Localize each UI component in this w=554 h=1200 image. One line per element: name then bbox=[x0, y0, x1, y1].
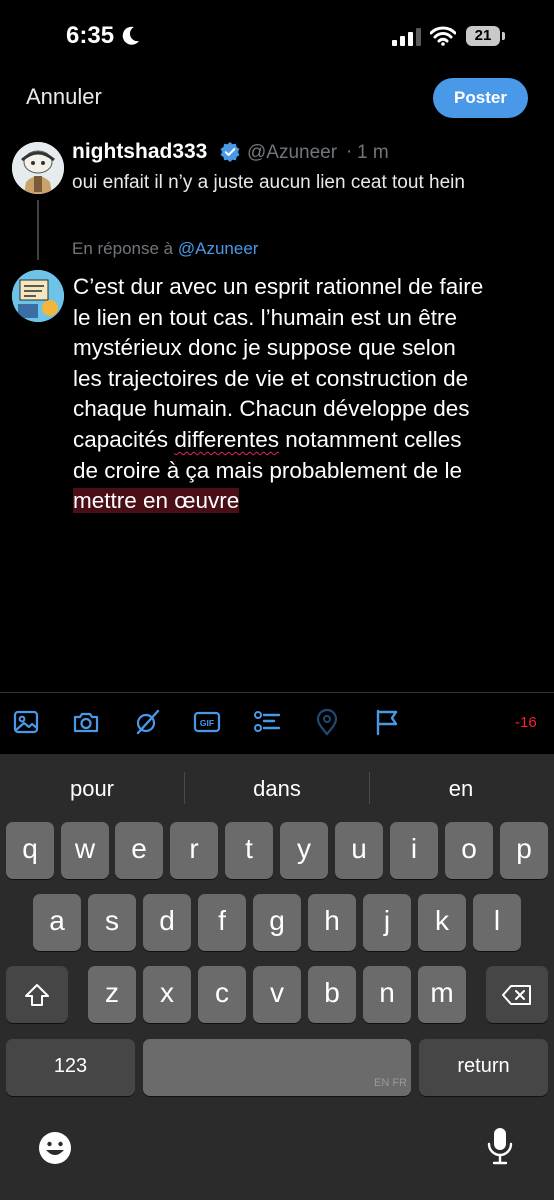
misspelled-word[interactable]: differentes bbox=[174, 427, 279, 452]
return-key[interactable]: return bbox=[419, 1039, 548, 1096]
key-c[interactable]: c bbox=[198, 966, 246, 1023]
key-n[interactable]: n bbox=[363, 966, 411, 1023]
wifi-icon bbox=[430, 26, 456, 46]
key-t[interactable]: t bbox=[225, 822, 273, 879]
avatar-illustration bbox=[12, 142, 64, 194]
avatar-illustration bbox=[12, 270, 64, 322]
key-q[interactable]: q bbox=[6, 822, 54, 879]
key-p[interactable]: p bbox=[500, 822, 548, 879]
key-u[interactable]: u bbox=[335, 822, 383, 879]
character-counter: -16 bbox=[515, 714, 537, 731]
compose-text-fragment: capacités bbox=[73, 426, 175, 452]
key-d[interactable]: d bbox=[143, 894, 191, 951]
key-s[interactable]: s bbox=[88, 894, 136, 951]
backspace-key[interactable] bbox=[486, 966, 548, 1023]
key-i[interactable]: i bbox=[390, 822, 438, 879]
compose-line: de croire à ça mais probablement de le bbox=[73, 457, 462, 483]
signal-icon bbox=[392, 28, 421, 46]
battery-indicator: 21 bbox=[466, 26, 500, 46]
key-w[interactable]: w bbox=[61, 822, 109, 879]
compose-line: mystérieux donc je suppose que selon bbox=[73, 335, 456, 361]
compose-text-fragment: notamment celles bbox=[278, 426, 462, 452]
suggestion-separator bbox=[369, 772, 370, 804]
compose-line: chaque humain. Chacun développe des bbox=[73, 396, 470, 422]
suggestion[interactable]: en bbox=[376, 776, 546, 802]
status-time: 6:35 bbox=[66, 22, 115, 49]
gif-icon[interactable]: GIF bbox=[192, 707, 222, 737]
verified-badge-icon bbox=[220, 142, 240, 162]
microphone-icon[interactable] bbox=[487, 1126, 513, 1166]
key-a[interactable]: a bbox=[33, 894, 81, 951]
compose-line: le lien en tout cas. l’humain est un êtr… bbox=[73, 304, 457, 330]
parent-handle[interactable]: @Azuneer bbox=[247, 142, 337, 164]
parent-avatar[interactable] bbox=[12, 142, 64, 194]
key-f[interactable]: f bbox=[198, 894, 246, 951]
parent-display-name[interactable]: nightshad333 bbox=[72, 140, 207, 164]
key-r[interactable]: r bbox=[170, 822, 218, 879]
backspace-icon bbox=[502, 985, 531, 1005]
emoji-icon[interactable] bbox=[37, 1130, 73, 1166]
poll-icon[interactable] bbox=[252, 707, 282, 737]
image-icon[interactable] bbox=[11, 707, 41, 737]
flag-icon[interactable] bbox=[372, 707, 402, 737]
key-o[interactable]: o bbox=[445, 822, 493, 879]
key-v[interactable]: v bbox=[253, 966, 301, 1023]
language-indicator: EN FR bbox=[374, 1077, 407, 1089]
replying-to-handle[interactable]: @Azuneer bbox=[178, 239, 259, 258]
numbers-key[interactable]: 123 bbox=[6, 1039, 135, 1096]
compose-text-area[interactable]: C’est dur avec un esprit rationnel de fa… bbox=[73, 272, 543, 517]
meta-separator: · bbox=[346, 141, 353, 162]
key-l[interactable]: l bbox=[473, 894, 521, 951]
user-avatar[interactable] bbox=[12, 270, 64, 322]
compose-line: C’est dur avec un esprit rationnel de fa… bbox=[73, 274, 484, 299]
compose-line: mettre en œuvre bbox=[73, 486, 543, 517]
grok-icon[interactable] bbox=[132, 707, 162, 737]
replying-to-prefix: En réponse à bbox=[72, 239, 174, 258]
key-m[interactable]: m bbox=[418, 966, 466, 1023]
over-limit-text: mettre en œuvre bbox=[73, 488, 240, 514]
parent-tweet-text: oui enfait il n’y a juste aucun lien cea… bbox=[72, 172, 465, 193]
compose-line: les trajectoires de vie et construction … bbox=[73, 365, 469, 391]
battery-level: 21 bbox=[474, 27, 492, 44]
gif-icon-label: GIF bbox=[200, 718, 214, 728]
shift-key[interactable] bbox=[6, 966, 68, 1023]
compose-line: capacités differentes notamment celles bbox=[73, 425, 543, 456]
camera-icon[interactable] bbox=[71, 707, 101, 737]
key-g[interactable]: g bbox=[253, 894, 301, 951]
key-x[interactable]: x bbox=[143, 966, 191, 1023]
status-bar: 6:35 21 bbox=[0, 0, 554, 70]
toolbar-divider bbox=[0, 692, 554, 693]
space-key[interactable] bbox=[143, 1039, 411, 1096]
key-b[interactable]: b bbox=[308, 966, 356, 1023]
location-icon bbox=[316, 708, 338, 736]
key-e[interactable]: e bbox=[115, 822, 163, 879]
moon-icon bbox=[122, 26, 139, 45]
suggestion-separator bbox=[184, 772, 185, 804]
battery-nub bbox=[502, 32, 505, 40]
key-z[interactable]: z bbox=[88, 966, 136, 1023]
post-button[interactable]: Poster bbox=[433, 78, 528, 118]
replying-to: En réponse à @Azuneer bbox=[72, 239, 258, 259]
parent-time: 1 m bbox=[357, 142, 389, 163]
key-y[interactable]: y bbox=[280, 822, 328, 879]
suggestion[interactable]: dans bbox=[192, 776, 362, 802]
thread-line bbox=[37, 200, 39, 260]
key-j[interactable]: j bbox=[363, 894, 411, 951]
suggestion[interactable]: pour bbox=[7, 776, 177, 802]
key-k[interactable]: k bbox=[418, 894, 466, 951]
key-h[interactable]: h bbox=[308, 894, 356, 951]
shift-icon bbox=[25, 984, 49, 1006]
cancel-button[interactable]: Annuler bbox=[26, 84, 102, 110]
